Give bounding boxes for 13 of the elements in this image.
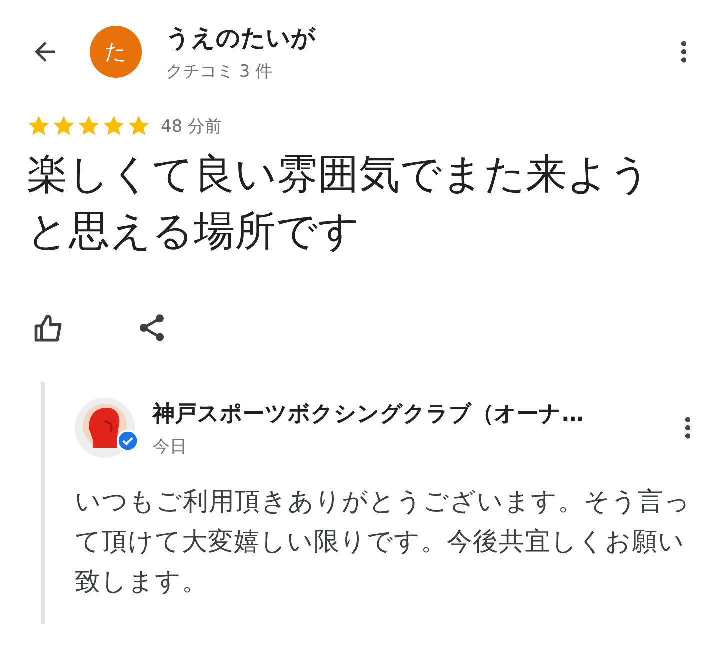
star-icon — [102, 114, 126, 138]
owner-name: 神戸スポーツボクシングクラブ（オーナ… — [153, 400, 585, 428]
reply-text: いつもご利用頂きありがとうございます。そう言って頂けて大変嬉しい限りです。今後共宜しくお願い致します。 — [75, 486, 692, 599]
star-icon — [52, 114, 76, 138]
star-icon — [27, 114, 51, 138]
review-text: 楽しくて良い雰囲気でまた来ようと思える場所です — [27, 149, 652, 257]
review-count: クチコミ 3 件 — [166, 60, 274, 82]
reviewer-name[interactable]: うえのたいが — [166, 22, 670, 54]
review-time: 48 分前 — [161, 116, 222, 138]
reply-time: 今日 — [153, 436, 188, 458]
star-icon — [77, 114, 101, 138]
avatar-initial: た — [104, 39, 128, 67]
star-icon — [127, 114, 151, 138]
